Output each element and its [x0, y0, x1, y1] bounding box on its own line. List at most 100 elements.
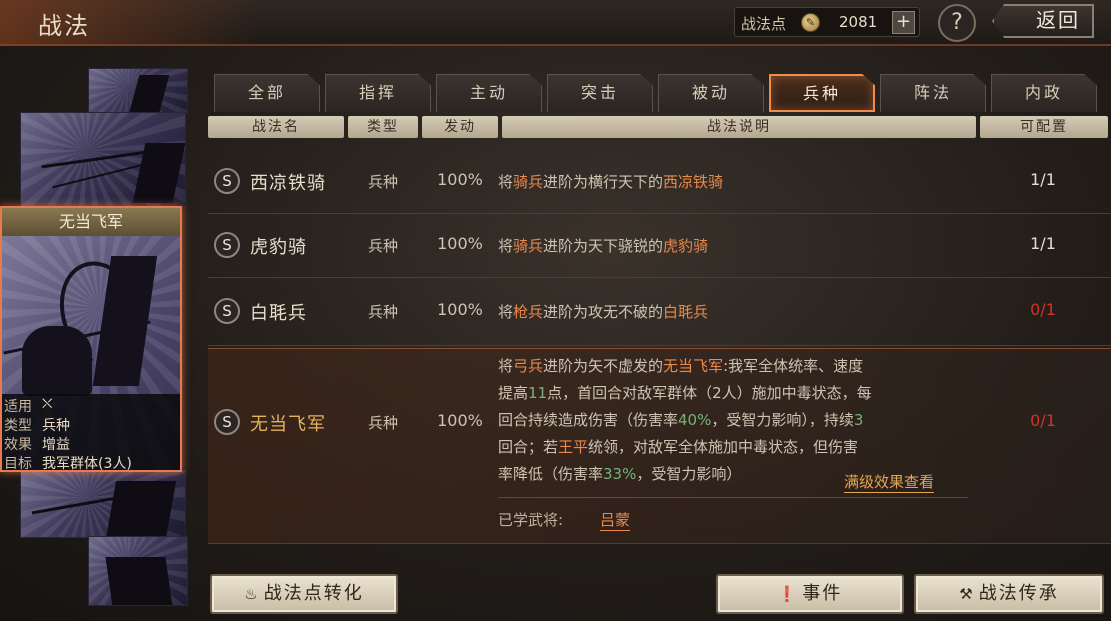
highlighted-term: 王平	[558, 438, 589, 456]
selected-skill-title: 无当飞军	[2, 208, 180, 236]
table-row[interactable]: S 白毦兵 兵种 100% 将枪兵进阶为攻无不破的白毦兵 0/1	[208, 278, 1111, 346]
top-bar: 战法 战法点 ✎ 2081 + ? 返回	[0, 0, 1111, 46]
text-segment: 进阶为横行天下的	[543, 173, 664, 191]
text-segment: 回合；若	[498, 438, 559, 456]
text-segment: :我军全体统率、速度	[723, 357, 864, 375]
skill-trigger-rate: 100%	[437, 170, 483, 189]
skill-card-thumbnail[interactable]	[20, 112, 186, 208]
skill-configurable-count: 0/1	[1030, 411, 1056, 430]
description-line: 回合；若王平统领，对敌军全体施加中毒状态，但伤害	[498, 434, 978, 461]
highlighted-term: 33%	[603, 465, 637, 483]
highlighted-term: 枪兵	[513, 303, 544, 321]
skill-points-coin-icon: ✎	[801, 13, 820, 32]
info-row-target: 目标 我军群体(3人)	[4, 456, 132, 472]
info-row-type: 类型 兵种	[4, 418, 70, 434]
table-row[interactable]: S 西凉铁骑 兵种 100% 将骑兵进阶为横行天下的西凉铁骑 1/1	[208, 150, 1111, 214]
skill-name: 白毦兵	[250, 303, 307, 324]
text-segment: 统领，对敌军全体施加中毒状态，但伤害	[588, 438, 859, 456]
grade-s-badge: S	[214, 409, 240, 435]
tab-command[interactable]: 指挥	[325, 74, 431, 112]
text-segment: ，受智力影响）	[636, 465, 742, 483]
selected-skill-card[interactable]: 无当飞军 适用 ⛌ 类型 兵种 效果 增益 目标 我军群体(3人)	[0, 206, 182, 472]
text-segment: 将	[498, 357, 514, 375]
convert-skill-points-button[interactable]: ♨ 战法点转化	[210, 574, 398, 614]
text-segment: 回合持续造成伤害（伤害率	[498, 411, 679, 429]
learned-generals-label: 已学武将:	[498, 511, 564, 529]
column-header-type[interactable]: 类型	[348, 116, 418, 138]
page-title: 战法	[38, 12, 90, 40]
tab-active[interactable]: 主动	[436, 74, 542, 112]
skill-name: 无当飞军	[250, 414, 326, 435]
skill-name: 虎豹骑	[250, 237, 307, 258]
divider	[498, 497, 968, 498]
tab-troop-type[interactable]: 兵种	[769, 74, 875, 112]
skill-points-value: 2081	[839, 13, 878, 31]
skill-type: 兵种	[367, 303, 398, 321]
skills-screen: 战法 战法点 ✎ 2081 + ? 返回 无当飞军 适用 ⛌ 类型 兵种 效果 …	[0, 0, 1111, 621]
skill-card-thumbnail[interactable]	[88, 536, 188, 606]
highlighted-term: 白毦兵	[663, 303, 709, 321]
highlighted-term: 11	[528, 384, 548, 402]
tab-passive[interactable]: 被动	[658, 74, 764, 112]
highlighted-term: 弓兵	[513, 357, 544, 375]
column-header-name[interactable]: 战法名	[208, 116, 344, 138]
highlighted-term: 虎豹骑	[663, 237, 709, 255]
text-segment: 将	[498, 173, 514, 191]
text-segment: 将	[498, 237, 514, 255]
skill-trigger-rate: 100%	[437, 234, 483, 253]
events-button[interactable]: ❗ 事件	[716, 574, 904, 614]
text-segment: 提高	[498, 384, 529, 402]
skill-description: 将枪兵进阶为攻无不破的白毦兵	[498, 301, 708, 322]
skill-type: 兵种	[367, 237, 398, 255]
grade-s-badge: S	[214, 168, 240, 194]
skill-type: 兵种	[367, 173, 398, 191]
tab-all[interactable]: 全部	[214, 74, 320, 112]
column-header-configurable[interactable]: 可配置	[980, 116, 1108, 138]
skill-trigger-rate: 100%	[437, 300, 483, 319]
skill-configurable-count: 1/1	[1030, 234, 1056, 253]
highlighted-term: 西凉铁骑	[663, 173, 724, 191]
crossed-weapons-icon: ⛌	[42, 396, 53, 412]
table-row[interactable]: S 虎豹骑 兵种 100% 将骑兵进阶为天下骁锐的虎豹骑 1/1	[208, 214, 1111, 278]
skill-configurable-count: 0/1	[1030, 300, 1056, 319]
info-row-applicable: 适用 ⛌	[4, 396, 53, 415]
skill-card-thumbnail[interactable]	[88, 68, 188, 114]
text-segment: 将	[498, 303, 514, 321]
description-line: 提高11点，首回合对敌军群体（2人）施加中毒状态，每	[498, 380, 978, 407]
skill-inherit-button[interactable]: ⚒ 战法传承	[914, 574, 1104, 614]
column-header-description: 战法说明	[502, 116, 976, 138]
tab-internal-affairs[interactable]: 内政	[991, 74, 1097, 112]
skill-points-label: 战法点	[741, 15, 787, 33]
help-button[interactable]: ?	[938, 4, 976, 42]
alert-icon: ❗	[777, 585, 799, 603]
column-header-rate[interactable]: 发动	[422, 116, 498, 138]
flame-icon: ♨	[244, 585, 260, 603]
description-line: 回合持续造成伤害（伤害率40%，受智力影响），持续3	[498, 407, 978, 434]
highlighted-term: 40%	[678, 411, 712, 429]
skill-info-panel: 适用 ⛌ 类型 兵种 效果 增益 目标 我军群体(3人)	[2, 394, 180, 472]
skill-points-display: 战法点 ✎ 2081 +	[734, 7, 920, 37]
max-level-effect-link[interactable]: 满级效果查看	[844, 471, 935, 493]
tab-formation[interactable]: 阵法	[880, 74, 986, 112]
skills-table: S 西凉铁骑 兵种 100% 将骑兵进阶为横行天下的西凉铁骑 1/1 S 虎豹骑…	[208, 142, 1111, 556]
add-skill-points-button[interactable]: +	[892, 11, 915, 34]
table-row-expanded[interactable]: S 无当飞军 兵种 100% 将弓兵进阶为矢不虚发的无当飞军:我军全体统率、速度…	[208, 348, 1111, 544]
text-segment: 进阶为矢不虚发的	[543, 357, 664, 375]
hammer-icon: ⚒	[959, 585, 975, 603]
grade-s-badge: S	[214, 298, 240, 324]
text-segment: 率降低（伤害率	[498, 465, 604, 483]
text-segment: 点，首回合对敌军群体（2人）施加中毒状态，每	[547, 384, 872, 402]
text-segment: ，受智力影响），持续	[711, 411, 854, 429]
info-row-effect: 效果 增益	[4, 437, 70, 453]
skill-description: 将骑兵进阶为横行天下的西凉铁骑	[498, 171, 723, 192]
text-segment: 进阶为攻无不破的	[543, 303, 664, 321]
highlighted-term: 骑兵	[513, 173, 544, 191]
tab-assault[interactable]: 突击	[547, 74, 653, 112]
skill-card-thumbnail[interactable]	[20, 470, 186, 538]
skill-long-description: 将弓兵进阶为矢不虚发的无当飞军:我军全体统率、速度 提高11点，首回合对敌军群体…	[498, 353, 978, 488]
skill-description: 将骑兵进阶为天下骁锐的虎豹骑	[498, 235, 708, 256]
skill-configurable-count: 1/1	[1030, 170, 1056, 189]
skill-name: 西凉铁骑	[250, 173, 326, 194]
learned-general-link[interactable]: 吕蒙	[600, 509, 631, 531]
back-button[interactable]: 返回	[992, 4, 1094, 38]
